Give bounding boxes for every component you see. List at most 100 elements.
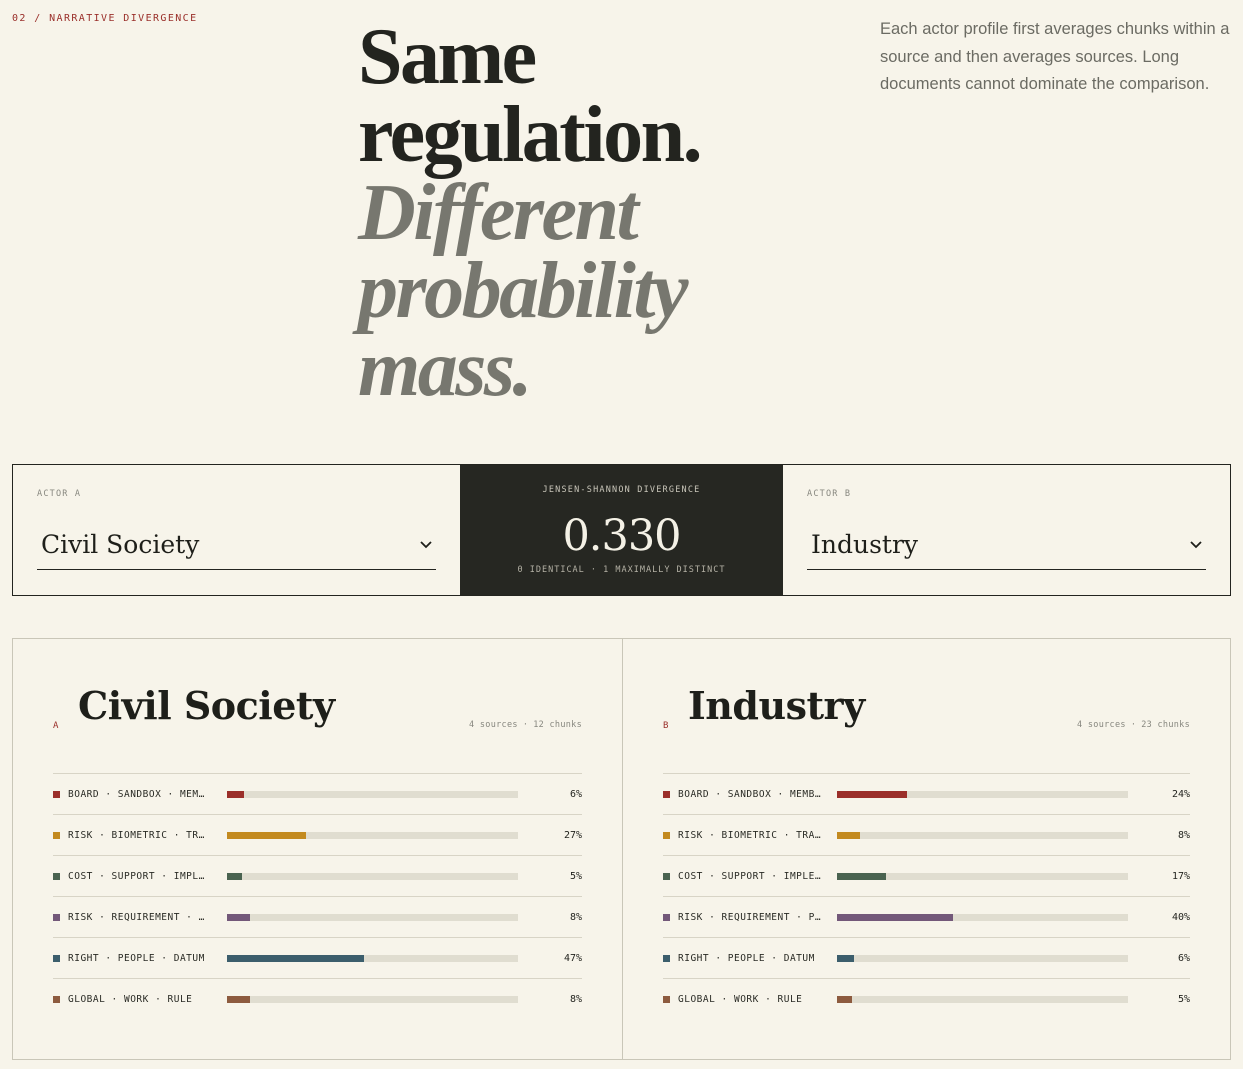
panel-actor-name: Industry <box>688 683 865 728</box>
chevron-down-icon <box>420 541 432 549</box>
jsd-label: JENSEN-SHANNON DIVERGENCE <box>542 485 701 495</box>
panel-actor-name: Civil Society <box>78 683 335 728</box>
topic-share-track <box>837 790 1128 798</box>
topic-share-bar <box>227 831 306 839</box>
actor-a-label: ACTOR A <box>37 489 82 499</box>
topic-color-swatch <box>663 954 670 962</box>
actor-a-value: Civil Society <box>41 529 200 559</box>
topic-label: COST · SUPPORT · IMPL… <box>68 870 205 882</box>
topic-share-track <box>227 872 518 880</box>
jsd-score-card: JENSEN-SHANNON DIVERGENCE 0.330 0 IDENTI… <box>460 465 783 595</box>
actor-b-label: ACTOR B <box>807 489 852 499</box>
hero-line-5: mass. <box>358 325 533 413</box>
actor-a-panel: A Civil Society 4 sources · 12 chunks BOAR… <box>13 639 622 1059</box>
topic-share-bar <box>227 913 251 921</box>
topic-row: GLOBAL · WORK · RULE 8% <box>53 978 582 1019</box>
topic-share-percent: 8% <box>569 993 582 1005</box>
panel-source-meta: 4 sources · 23 chunks <box>1077 720 1190 730</box>
topic-label: RISK · BIOMETRIC · TRA… <box>678 829 822 841</box>
topic-share-bar <box>837 831 861 839</box>
topic-share-track <box>837 954 1128 962</box>
topic-share-percent: 6% <box>1177 952 1190 964</box>
hero-line-2: regulation. <box>358 91 703 179</box>
section-label: 02 / NARRATIVE DIVERGENCE <box>12 13 198 24</box>
panel-letter: B <box>663 721 669 731</box>
source-count: 4 sources <box>1077 720 1126 730</box>
topic-share-bar <box>837 790 907 798</box>
topic-row: RIGHT · PEOPLE · DATUM 47% <box>53 937 582 978</box>
topic-share-percent: 8% <box>1177 829 1190 841</box>
topic-share-percent: 24% <box>1171 788 1190 800</box>
hero-line-4: probability <box>358 247 689 335</box>
topic-color-swatch <box>663 872 670 880</box>
topic-share-bar <box>227 954 364 962</box>
topic-share-track <box>227 831 518 839</box>
chunk-count: 12 chunks <box>533 720 582 730</box>
chevron-down-icon <box>1190 541 1202 549</box>
topic-share-track <box>837 913 1128 921</box>
topic-share-bar <box>837 913 954 921</box>
topic-distribution-panels: A Civil Society 4 sources · 12 chunks BOAR… <box>12 638 1231 1060</box>
hero-line-1: Same <box>358 13 537 101</box>
topic-row: RISK · BIOMETRIC · TRA… 8% <box>663 814 1190 855</box>
topic-row: BOARD · SANDBOX · MEM… 6% <box>53 773 582 814</box>
topic-row: COST · SUPPORT · IMPLE… 17% <box>663 855 1190 896</box>
topic-label: GLOBAL · WORK · RULE <box>678 993 803 1005</box>
topic-row: RISK · REQUIREMENT · P… 40% <box>663 896 1190 937</box>
topic-row: GLOBAL · WORK · RULE 5% <box>663 978 1190 1019</box>
topic-share-track <box>227 954 518 962</box>
actor-b-column: ACTOR B Industry <box>783 465 1230 595</box>
topic-label: GLOBAL · WORK · RULE <box>68 993 193 1005</box>
topic-share-bar <box>837 872 887 880</box>
topic-share-track <box>227 995 518 1003</box>
topic-share-track <box>227 913 518 921</box>
actor-b-value: Industry <box>811 529 919 559</box>
topic-color-swatch <box>53 913 60 921</box>
topic-label: COST · SUPPORT · IMPLE… <box>678 870 822 882</box>
chunk-count: 23 chunks <box>1141 720 1190 730</box>
panel-source-meta: 4 sources · 12 chunks <box>469 720 582 730</box>
topic-share-percent: 5% <box>569 870 582 882</box>
topic-color-swatch <box>53 872 60 880</box>
topic-share-percent: 6% <box>569 788 582 800</box>
actor-b-panel: B Industry 4 sources · 23 chunks BOARD · S… <box>622 639 1230 1059</box>
jsd-scale-caption: 0 IDENTICAL · 1 MAXIMALLY DISTINCT <box>517 565 726 575</box>
topic-row: RIGHT · PEOPLE · DATUM 6% <box>663 937 1190 978</box>
topic-share-bar <box>227 872 242 880</box>
topic-share-percent: 8% <box>569 911 582 923</box>
topic-color-swatch <box>663 995 670 1003</box>
hero-headline: Same regulation. Different probability m… <box>358 13 703 413</box>
actor-a-column: ACTOR A Civil Society <box>13 465 460 595</box>
topic-label: RIGHT · PEOPLE · DATUM <box>678 952 815 964</box>
topic-color-swatch <box>663 790 670 798</box>
topic-label: RISK · BIOMETRIC · TR… <box>68 829 205 841</box>
topic-share-track <box>837 995 1128 1003</box>
topic-share-bar <box>227 790 245 798</box>
topic-label: RISK · REQUIREMENT · … <box>68 911 205 923</box>
topic-row: RISK · BIOMETRIC · TR… 27% <box>53 814 582 855</box>
topic-rows: BOARD · SANDBOX · MEM… 6% RISK · BIOMETRIC… <box>53 773 582 1019</box>
topic-color-swatch <box>53 790 60 798</box>
topic-share-percent: 5% <box>1177 993 1190 1005</box>
topic-color-swatch <box>53 954 60 962</box>
panel-letter: A <box>53 721 59 731</box>
topic-color-swatch <box>53 831 60 839</box>
topic-color-swatch <box>663 913 670 921</box>
topic-share-bar <box>227 995 251 1003</box>
topic-color-swatch <box>53 995 60 1003</box>
topic-share-percent: 17% <box>1171 870 1190 882</box>
topic-label: BOARD · SANDBOX · MEM… <box>68 788 205 800</box>
topic-color-swatch <box>663 831 670 839</box>
topic-label: RIGHT · PEOPLE · DATUM <box>68 952 205 964</box>
actor-b-select[interactable]: Industry <box>807 519 1206 570</box>
topic-share-percent: 40% <box>1171 911 1190 923</box>
topic-row: COST · SUPPORT · IMPL… 5% <box>53 855 582 896</box>
topic-share-bar <box>837 995 852 1003</box>
topic-share-track <box>227 790 518 798</box>
hero-line-3: Different <box>358 169 639 257</box>
topic-label: BOARD · SANDBOX · MEMB… <box>678 788 822 800</box>
actor-a-select[interactable]: Civil Society <box>37 519 436 570</box>
topic-share-track <box>837 831 1128 839</box>
actor-comparison-bar: ACTOR A Civil Society JENSEN-SHANNON DIV… <box>12 464 1231 596</box>
topic-label: RISK · REQUIREMENT · P… <box>678 911 822 923</box>
